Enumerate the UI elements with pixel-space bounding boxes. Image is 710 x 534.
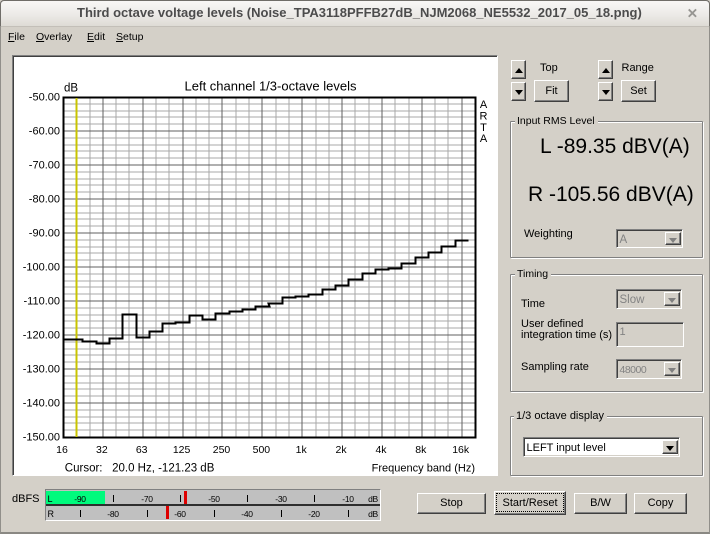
svg-text:R: R [479, 110, 487, 122]
svg-text:dB: dB [64, 82, 78, 94]
svg-text:32: 32 [96, 444, 108, 456]
svg-text:-100.00: -100.00 [22, 261, 59, 273]
svg-text:Cursor: 20.0 Hz, -121.23 dB: Cursor: 20.0 Hz, -121.23 dB [64, 462, 214, 474]
svg-text:-60.00: -60.00 [28, 125, 59, 137]
svg-text:-80.00: -80.00 [28, 193, 59, 205]
svg-text:8k: 8k [415, 444, 427, 456]
svg-text:-150.00: -150.00 [22, 431, 59, 443]
svg-text:-110.00: -110.00 [23, 295, 60, 307]
svg-text:1k: 1k [295, 444, 307, 456]
svg-text:16k: 16k [452, 444, 470, 456]
svg-text:-90.00: -90.00 [28, 227, 59, 239]
svg-text:63: 63 [135, 444, 147, 456]
svg-text:2k: 2k [335, 444, 347, 456]
svg-text:500: 500 [252, 444, 270, 456]
svg-text:-120.00: -120.00 [22, 329, 59, 341]
svg-text:A: A [479, 99, 487, 111]
svg-text:-70.00: -70.00 [28, 159, 59, 171]
svg-text:125: 125 [172, 444, 190, 456]
svg-text:Frequency band (Hz): Frequency band (Hz) [371, 462, 474, 474]
svg-text:250: 250 [212, 444, 230, 456]
svg-text:16: 16 [56, 444, 68, 456]
svg-text:4k: 4k [375, 444, 387, 456]
svg-text:-50.00: -50.00 [28, 91, 59, 103]
svg-text:A: A [479, 133, 487, 145]
svg-text:T: T [480, 121, 487, 133]
svg-text:Left channel 1/3-octave levels: Left channel 1/3-octave levels [184, 78, 356, 93]
svg-text:-140.00: -140.00 [22, 397, 59, 409]
svg-text:-130.00: -130.00 [22, 363, 59, 375]
